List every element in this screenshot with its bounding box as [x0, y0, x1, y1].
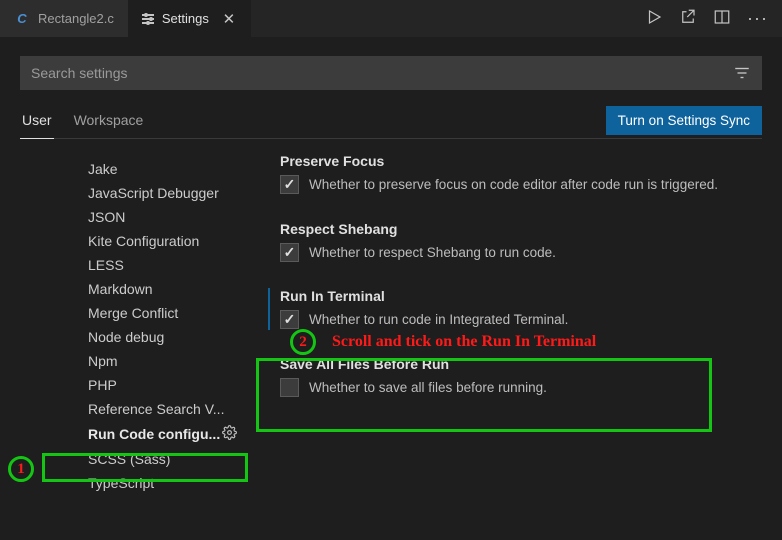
checkbox-respect-shebang[interactable] — [280, 243, 299, 262]
sidebar-item[interactable]: Npm — [88, 349, 260, 373]
settings-search[interactable] — [20, 56, 762, 90]
scope-user[interactable]: User — [20, 106, 54, 139]
run-icon[interactable] — [645, 8, 663, 29]
scope-workspace[interactable]: Workspace — [72, 106, 146, 138]
gear-icon[interactable] — [222, 425, 237, 443]
setting-run-in-terminal: Run In Terminal Whether to run code in I… — [268, 288, 754, 330]
open-json-icon[interactable] — [679, 8, 697, 29]
more-actions-icon[interactable]: ··· — [747, 8, 768, 29]
editor-actions: ··· — [645, 0, 782, 37]
sidebar-item[interactable]: Merge Conflict — [88, 301, 260, 325]
c-file-icon: C — [14, 11, 30, 27]
setting-save-all: Save All Files Before Run Whether to sav… — [272, 356, 754, 398]
setting-title: Save All Files Before Run — [280, 356, 754, 372]
settings-sync-button[interactable]: Turn on Settings Sync — [606, 106, 762, 135]
setting-title: Preserve Focus — [280, 153, 754, 169]
checkbox-run-in-terminal[interactable] — [280, 310, 299, 329]
sidebar-item-run-code-config[interactable]: Run Code configu... — [88, 421, 260, 447]
sidebar-item[interactable]: JavaScript Debugger — [88, 181, 260, 205]
setting-desc: Whether to run code in Integrated Termin… — [309, 310, 568, 330]
filter-icon[interactable] — [733, 64, 751, 82]
checkbox-preserve-focus[interactable] — [280, 175, 299, 194]
sidebar-item[interactable]: SCSS (Sass) — [88, 447, 260, 471]
sidebar-item[interactable]: Markdown — [88, 277, 260, 301]
sidebar-item-label: Run Code configu... — [88, 426, 220, 442]
tab-settings[interactable]: Settings ✕ — [128, 0, 251, 37]
split-editor-icon[interactable] — [713, 8, 731, 29]
sidebar-item[interactable]: JSON — [88, 205, 260, 229]
setting-desc: Whether to respect Shebang to run code. — [309, 243, 556, 263]
sidebar-item[interactable]: Kite Configuration — [88, 229, 260, 253]
settings-tree: Jake JavaScript Debugger JSON Kite Confi… — [10, 153, 260, 540]
sidebar-item[interactable]: Node debug — [88, 325, 260, 349]
setting-title: Respect Shebang — [280, 221, 754, 237]
sidebar-item[interactable]: TypeScript — [88, 471, 260, 495]
setting-respect-shebang: Respect Shebang Whether to respect Sheba… — [272, 221, 754, 263]
setting-title: Run In Terminal — [280, 288, 754, 304]
setting-desc: Whether to preserve focus on code editor… — [309, 175, 718, 195]
sidebar-item[interactable]: PHP — [88, 373, 260, 397]
settings-main: Preserve Focus Whether to preserve focus… — [260, 153, 772, 540]
sidebar-item[interactable]: Jake — [88, 157, 260, 181]
close-icon[interactable]: ✕ — [221, 11, 237, 27]
settings-sliders-icon — [142, 14, 154, 24]
search-input[interactable] — [31, 65, 733, 81]
checkbox-save-all[interactable] — [280, 378, 299, 397]
setting-desc: Whether to save all files before running… — [309, 378, 547, 398]
sidebar-item[interactable]: Reference Search V... — [88, 397, 260, 421]
tab-file-label: Rectangle2.c — [38, 11, 114, 26]
setting-preserve-focus: Preserve Focus Whether to preserve focus… — [272, 153, 754, 195]
scope-row: User Workspace Turn on Settings Sync — [20, 106, 762, 139]
tab-settings-label: Settings — [162, 11, 209, 26]
tab-bar: C Rectangle2.c Settings ✕ ··· — [0, 0, 782, 38]
sidebar-item[interactable]: LESS — [88, 253, 260, 277]
tab-file[interactable]: C Rectangle2.c — [0, 0, 128, 37]
